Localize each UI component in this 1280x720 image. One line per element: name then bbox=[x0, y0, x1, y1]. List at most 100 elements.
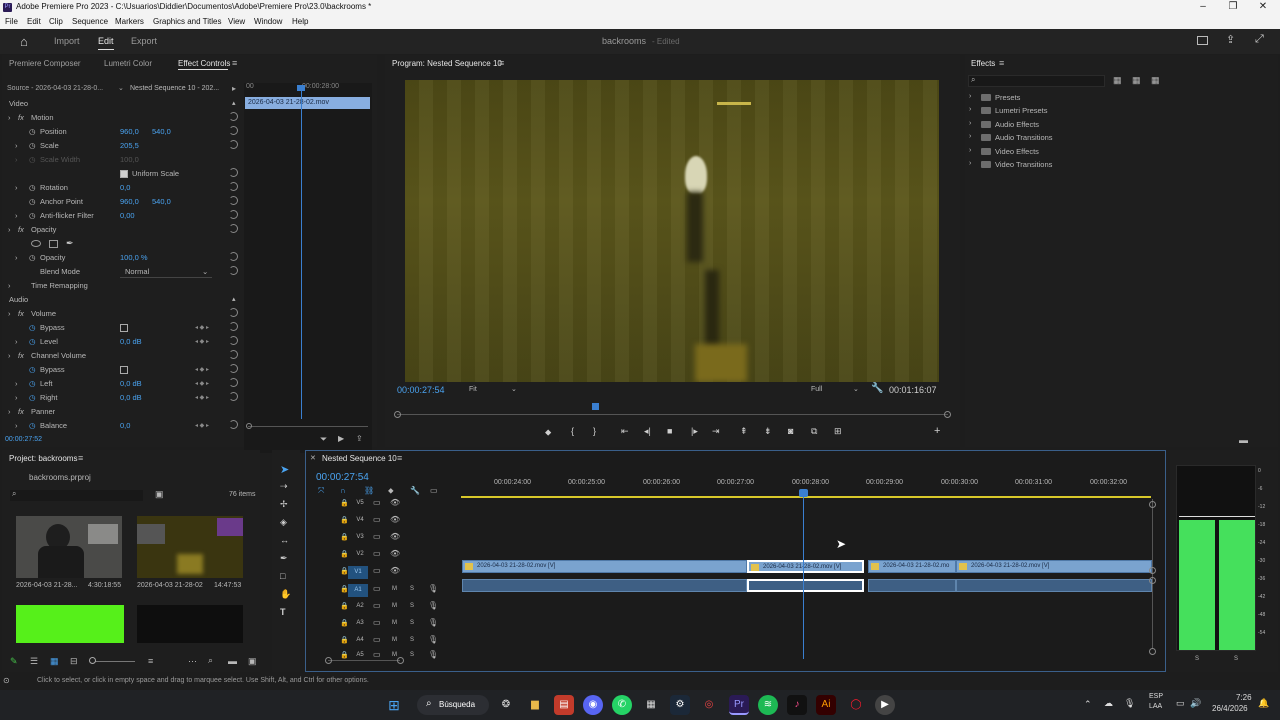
program-timecode[interactable]: 00:00:27:54 bbox=[397, 385, 445, 395]
pen-tool-icon[interactable]: ✒ bbox=[280, 553, 288, 564]
export-frame-icon[interactable]: ◙ bbox=[788, 426, 793, 436]
stop-icon[interactable]: ■ bbox=[667, 426, 672, 436]
windows-start-icon[interactable]: ⊞ bbox=[384, 695, 404, 715]
volume-icon[interactable]: 🔊 bbox=[1190, 698, 1201, 709]
go-to-in-icon[interactable]: ⇤ bbox=[621, 426, 629, 437]
scrub-end-handle[interactable] bbox=[944, 411, 951, 418]
input-region[interactable]: LAA bbox=[1149, 703, 1162, 710]
program-scrub-bar[interactable] bbox=[397, 414, 948, 415]
share-icon[interactable]: ⇪ bbox=[1226, 33, 1235, 46]
reset-icon[interactable] bbox=[229, 420, 238, 429]
program-playhead[interactable] bbox=[592, 403, 599, 410]
project-tab[interactable]: Project: backrooms bbox=[9, 454, 77, 463]
track-header-a1[interactable]: 🔒 A1 ▭ M S 🎙 bbox=[336, 583, 462, 599]
new-bin-icon[interactable]: ▣ bbox=[155, 489, 164, 500]
ec-position-row[interactable]: ◷ Position 960,0 540,0 bbox=[2, 125, 242, 139]
close-icon[interactable]: ✕ bbox=[1248, 1, 1278, 12]
lift-icon[interactable]: ⇞ bbox=[740, 426, 748, 437]
thumb-black[interactable] bbox=[137, 605, 243, 643]
bypass-checkbox[interactable] bbox=[120, 324, 128, 332]
audio-clip[interactable] bbox=[462, 579, 747, 592]
panel-menu-icon[interactable]: ≡ bbox=[499, 58, 504, 68]
notifications-icon[interactable]: 🔔 bbox=[1258, 698, 1269, 709]
reset-icon[interactable] bbox=[229, 322, 238, 331]
clock-time[interactable]: 7:26 bbox=[1236, 693, 1252, 702]
hscroll-handle-left[interactable] bbox=[325, 657, 332, 664]
mark-in-icon[interactable]: { bbox=[571, 426, 574, 436]
ec-timecode[interactable]: 00:00:27:52 bbox=[5, 436, 42, 443]
ec-bypass-row[interactable]: ◷ Bypass ◂ ◆ ▸ bbox=[2, 321, 242, 335]
ellipse-mask-icon[interactable] bbox=[31, 240, 41, 247]
solo-right-button[interactable]: S bbox=[1234, 656, 1238, 662]
play-audio-icon[interactable]: ▶ bbox=[338, 434, 344, 443]
reset-icon[interactable] bbox=[229, 126, 238, 135]
close-icon[interactable]: ✕ bbox=[310, 454, 316, 462]
anchor-y-value[interactable]: 540,0 bbox=[152, 197, 171, 206]
add-button-icon[interactable]: + bbox=[934, 425, 940, 437]
ec-zoom-bar[interactable] bbox=[248, 426, 368, 427]
menu-graphics[interactable]: Graphics and Titles bbox=[153, 17, 221, 26]
scrub-start-handle[interactable] bbox=[394, 411, 401, 418]
whatsapp-icon[interactable]: ✆ bbox=[612, 695, 632, 715]
zoom-slider-handle[interactable] bbox=[89, 657, 96, 664]
zoom-slider[interactable] bbox=[95, 661, 135, 662]
horizontal-zoom-bar[interactable] bbox=[328, 660, 400, 661]
taskbar-search[interactable]: ⌕ Búsqueda bbox=[417, 695, 489, 715]
ec-scale-row[interactable]: › ◷ Scale 205,5 bbox=[2, 139, 242, 153]
vscroll-handle-bottom[interactable] bbox=[1149, 648, 1156, 655]
menu-clip[interactable]: Clip bbox=[49, 17, 63, 26]
menu-edit[interactable]: Edit bbox=[27, 17, 41, 26]
blend-mode-select[interactable]: Normal bbox=[125, 267, 149, 276]
reset-icon[interactable] bbox=[229, 210, 238, 219]
play-only-icon[interactable]: ▸ bbox=[232, 84, 236, 93]
tab-effect-controls[interactable]: Effect Controls bbox=[178, 59, 230, 68]
vscroll-handle-top[interactable] bbox=[1149, 501, 1156, 508]
chevron-down-icon[interactable]: ⌄ bbox=[202, 267, 208, 276]
list-view-icon[interactable]: ☰ bbox=[30, 656, 38, 667]
new-bin-icon[interactable]: ▬ bbox=[228, 656, 237, 666]
audio-clip-selected[interactable] bbox=[747, 579, 864, 592]
tab-edit[interactable]: Edit bbox=[98, 36, 114, 46]
scale-value[interactable]: 205,5 bbox=[120, 141, 139, 150]
effects-search-input[interactable]: ⌕ bbox=[968, 75, 1105, 87]
reset-icon[interactable] bbox=[229, 350, 238, 359]
tab-premiere-composer[interactable]: Premiere Composer bbox=[9, 59, 81, 68]
add-marker-icon[interactable]: ⬥ bbox=[545, 427, 551, 438]
reset-icon[interactable] bbox=[229, 182, 238, 191]
pencil-icon[interactable]: ✎ bbox=[10, 656, 18, 667]
panel-menu-icon[interactable]: ≡ bbox=[78, 453, 83, 463]
ec-rotation-row[interactable]: › ◷ Rotation 0,0 bbox=[2, 181, 242, 195]
pen-mask-icon[interactable]: ✒ bbox=[66, 238, 74, 249]
reset-icon[interactable] bbox=[229, 196, 238, 205]
chevron-up-icon[interactable]: ⌃ bbox=[1084, 699, 1092, 710]
audio-clip[interactable] bbox=[868, 579, 956, 592]
position-y-value[interactable]: 540,0 bbox=[152, 127, 171, 136]
level-value[interactable]: 0,0 dB bbox=[120, 337, 142, 346]
track-header-a4[interactable]: 🔒 A4 ▭ M S 🎙 bbox=[336, 634, 462, 650]
ec-timeline[interactable]: 00 00:00:28:00 2026-04-03 21-28-02.mov bbox=[244, 83, 372, 453]
premiere-icon[interactable]: Pr bbox=[729, 695, 749, 715]
menu-markers[interactable]: Markers bbox=[115, 17, 144, 26]
menu-window[interactable]: Window bbox=[254, 17, 282, 26]
ec-time-remap-row[interactable]: › Time Remapping bbox=[2, 279, 242, 293]
cloud-icon[interactable]: ☁ bbox=[1104, 698, 1113, 709]
track-header-v4[interactable]: 🔒 V4 ▭ 👁 bbox=[336, 514, 462, 530]
effects-tab[interactable]: Effects bbox=[971, 59, 995, 68]
tiktok-icon[interactable]: ♪ bbox=[787, 695, 807, 715]
ec-uniform-scale-row[interactable]: Uniform Scale bbox=[2, 167, 242, 181]
uniform-scale-checkbox[interactable] bbox=[120, 170, 128, 178]
ec-channel-volume-row[interactable]: › fx Channel Volume bbox=[2, 349, 242, 363]
discord-icon[interactable]: ◉ bbox=[583, 695, 603, 715]
track-header-v3[interactable]: 🔒 V3 ▭ 👁 bbox=[336, 531, 462, 547]
video-frame[interactable] bbox=[405, 80, 939, 382]
hscroll-handle-right[interactable] bbox=[397, 657, 404, 664]
calculator-icon[interactable]: ▦ bbox=[641, 695, 661, 715]
step-back-icon[interactable]: ◂| bbox=[644, 426, 651, 437]
type-tool-icon[interactable]: T bbox=[280, 607, 286, 617]
restore-icon[interactable]: ❐ bbox=[1218, 1, 1248, 12]
accelerated-effects-icon[interactable]: ▦ bbox=[1113, 75, 1122, 86]
menu-file[interactable]: File bbox=[5, 17, 18, 26]
rectangle-mask-icon[interactable] bbox=[49, 240, 58, 248]
captions-icon[interactable]: ▭ bbox=[430, 486, 438, 495]
timeline-playhead-handle[interactable] bbox=[799, 489, 808, 497]
